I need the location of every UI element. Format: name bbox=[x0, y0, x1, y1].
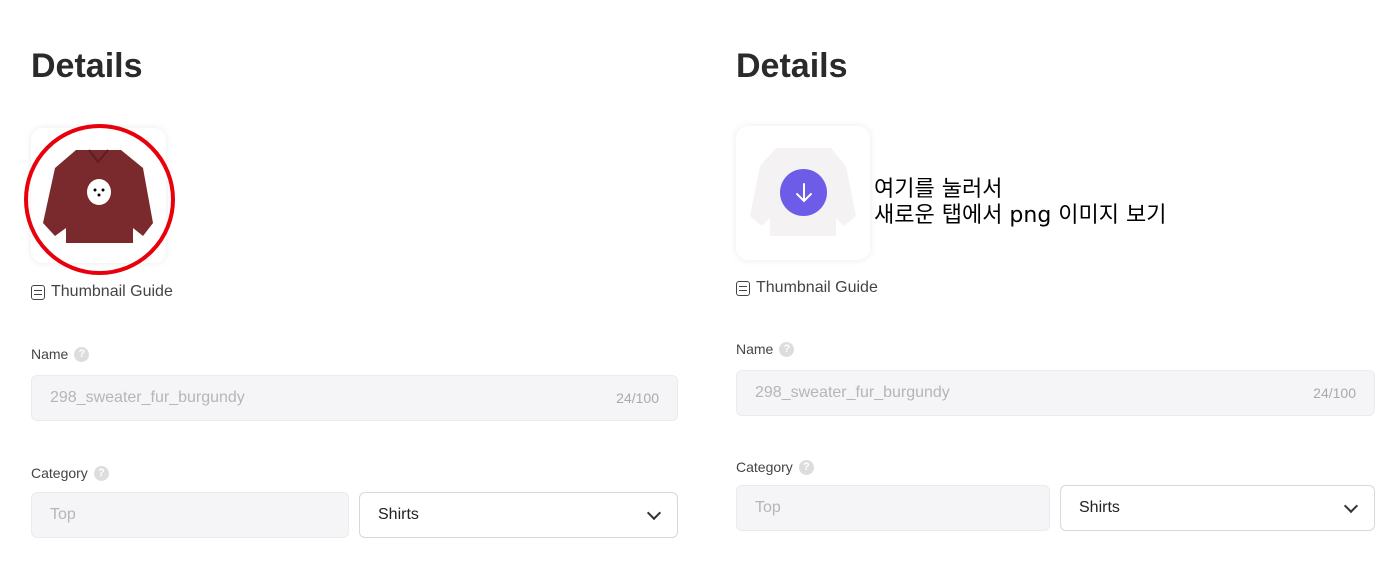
category-label: Category ? bbox=[31, 465, 109, 481]
name-label: Name ? bbox=[31, 346, 90, 362]
thumbnail-guide-link[interactable]: Thumbnail Guide bbox=[31, 283, 173, 301]
page-title: Details bbox=[31, 47, 143, 85]
help-icon[interactable]: ? bbox=[93, 465, 109, 481]
category-secondary-value: Shirts bbox=[378, 506, 419, 523]
category-primary-input[interactable]: Top bbox=[736, 485, 1050, 531]
category-label-text: Category bbox=[31, 465, 88, 481]
chevron-down-icon bbox=[646, 505, 662, 520]
category-primary-value: Top bbox=[50, 506, 76, 523]
name-label-text: Name bbox=[736, 341, 774, 357]
thumbnail-guide-link[interactable]: Thumbnail Guide bbox=[736, 279, 878, 297]
annotation-line-1: 여기를 눌러서 bbox=[874, 177, 1003, 202]
name-label: Name ? bbox=[736, 341, 795, 357]
annotation-line-2: 새로운 탭에서 png 이미지 보기 bbox=[874, 203, 1167, 228]
name-label-text: Name bbox=[31, 346, 69, 362]
category-label-text: Category bbox=[736, 459, 793, 475]
download-icon bbox=[795, 182, 812, 202]
thumbnail-guide-label: Thumbnail Guide bbox=[756, 279, 878, 296]
category-secondary-select[interactable]: Shirts bbox=[1060, 485, 1375, 531]
category-secondary-select[interactable]: Shirts bbox=[359, 492, 678, 538]
category-secondary-value: Shirts bbox=[1079, 499, 1120, 516]
name-char-count: 24/100 bbox=[616, 390, 659, 406]
category-primary-input[interactable]: Top bbox=[31, 492, 349, 538]
category-label: Category ? bbox=[736, 459, 814, 475]
highlight-circle bbox=[24, 124, 175, 275]
guide-icon bbox=[31, 284, 45, 300]
page-title: Details bbox=[736, 47, 848, 85]
name-char-count: 24/100 bbox=[1313, 385, 1356, 401]
name-input[interactable]: 298_sweater_fur_burgundy 24/100 bbox=[736, 370, 1375, 416]
chevron-down-icon bbox=[1343, 498, 1359, 513]
help-icon[interactable]: ? bbox=[779, 341, 795, 357]
thumbnail[interactable] bbox=[736, 126, 870, 260]
annotation-note: 여기를 눌러서 새로운 탭에서 png 이미지 보기 bbox=[874, 177, 1167, 229]
name-value: 298_sweater_fur_burgundy bbox=[755, 384, 950, 401]
download-button[interactable] bbox=[780, 169, 827, 216]
help-icon[interactable]: ? bbox=[74, 346, 90, 362]
name-value: 298_sweater_fur_burgundy bbox=[50, 389, 245, 406]
guide-icon bbox=[736, 280, 750, 296]
help-icon[interactable]: ? bbox=[798, 459, 814, 475]
category-primary-value: Top bbox=[755, 499, 781, 516]
thumbnail-guide-label: Thumbnail Guide bbox=[51, 283, 173, 300]
name-input[interactable]: 298_sweater_fur_burgundy 24/100 bbox=[31, 375, 678, 421]
